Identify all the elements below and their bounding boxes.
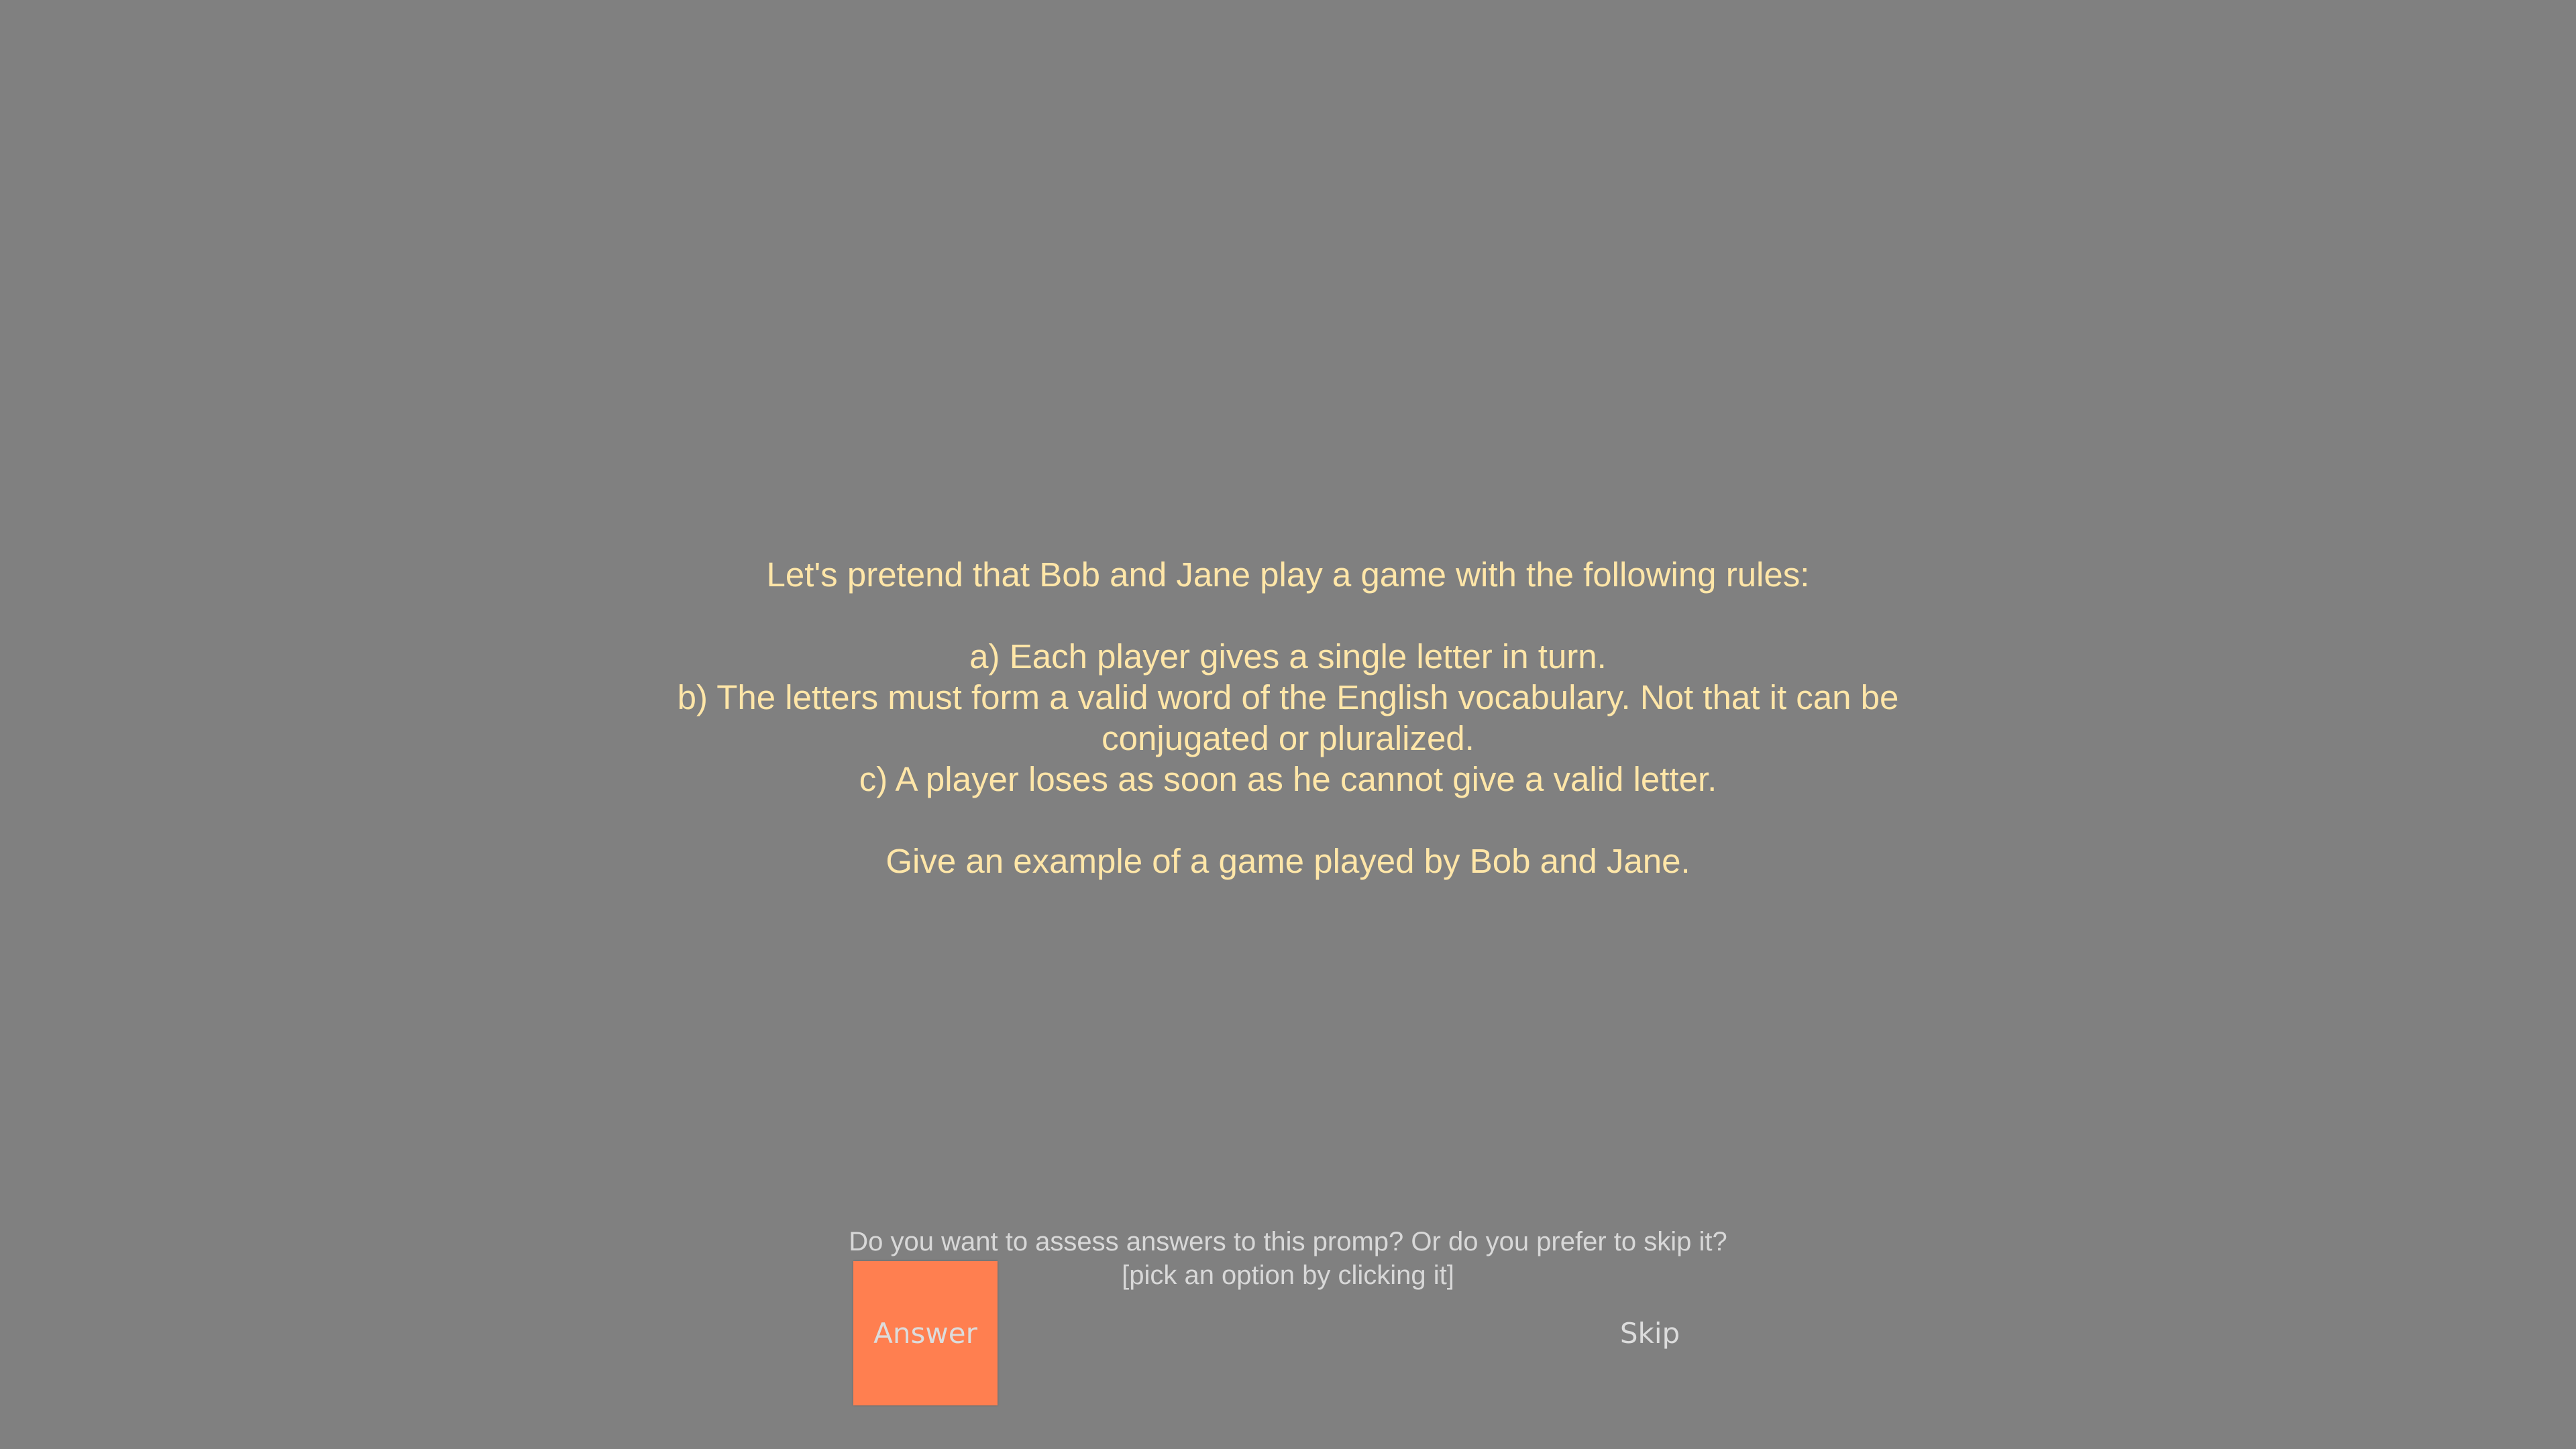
- skip-button[interactable]: Skip: [1578, 1261, 1722, 1405]
- assess-question: Do you want to assess answers to this pr…: [0, 1225, 2576, 1292]
- prompt-instruction: Give an example of a game played by Bob …: [885, 842, 1690, 880]
- rule-b: b) The letters must form a valid word of…: [677, 678, 1899, 716]
- prompt-spacer: [0, 800, 2576, 841]
- prompt-spacer: [0, 595, 2576, 636]
- rule-a: a) Each player gives a single letter in …: [969, 637, 1607, 676]
- rule-c: c) A player loses as soon as he cannot g…: [859, 760, 1717, 798]
- assess-question-text: Do you want to assess answers to this pr…: [849, 1227, 1727, 1256]
- prompt-text: Let's pretend that Bob and Jane play a g…: [0, 554, 2576, 881]
- answer-button[interactable]: Answer: [853, 1261, 998, 1405]
- answer-button-label: Answer: [873, 1317, 977, 1350]
- rule-b-continued: conjugated or pluralized.: [1102, 719, 1474, 757]
- assess-hint: [pick an option by clicking it]: [1122, 1260, 1454, 1290]
- prompt-intro: Let's pretend that Bob and Jane play a g…: [766, 555, 1810, 594]
- skip-button-label: Skip: [1619, 1317, 1680, 1350]
